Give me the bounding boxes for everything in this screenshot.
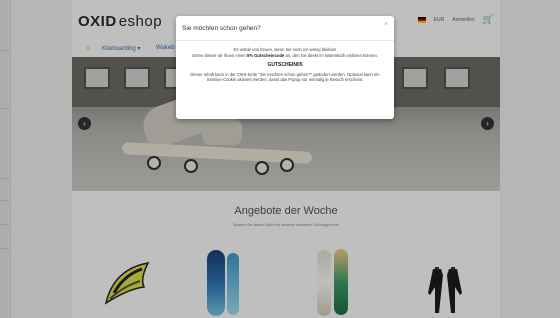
modal-line-2: Gerne bieten wir Ihnen einen 5% Gutschei… [182, 53, 388, 59]
modal-title: Sie möchten schon gehen? [182, 25, 261, 32]
modal-line-2-pre: Gerne bieten wir Ihnen einen [191, 52, 246, 58]
voucher-percent: 5% Gutscheincode [246, 52, 285, 58]
modal-line-2-post: an, den Sie direkt im Warenkorb einlösen… [285, 52, 379, 58]
modal-body: Es würde uns freuen, wenn Sie noch ein w… [182, 47, 388, 83]
exit-intent-modal: Sie möchten schon gehen? × Es würde uns … [176, 16, 394, 119]
modal-info: Dieser Inhalt kann in der CMS-Seite "Sie… [190, 71, 380, 83]
voucher-code: GUTSCHEIN05 [267, 62, 303, 69]
close-icon[interactable]: × [384, 21, 388, 28]
modal-header: Sie möchten schon gehen? × [176, 16, 394, 41]
